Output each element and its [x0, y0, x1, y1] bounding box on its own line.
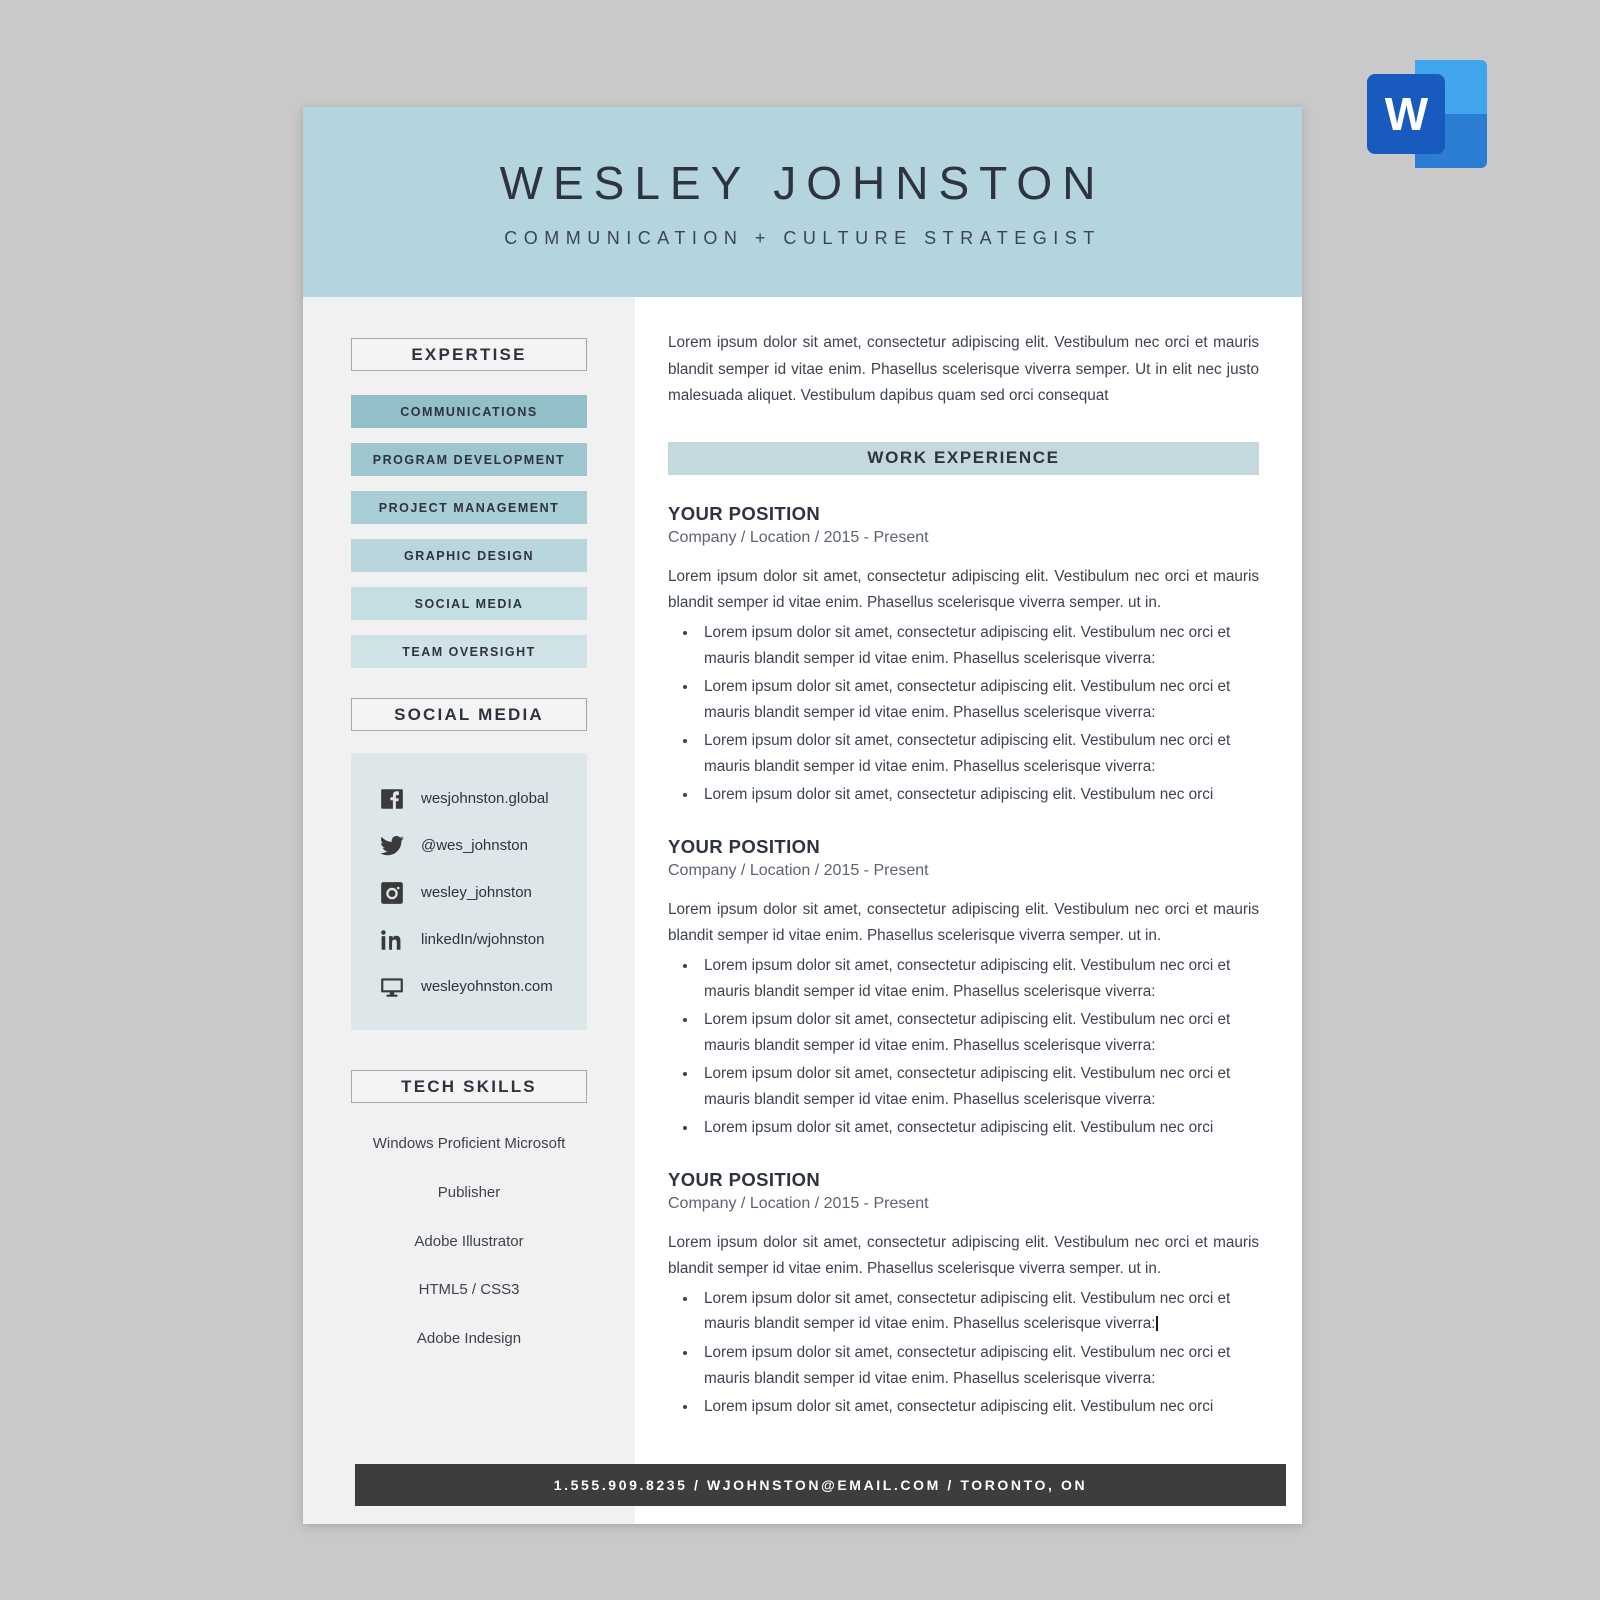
- job-bullet-text: Lorem ipsum dolor sit amet, consectetur …: [704, 624, 1231, 667]
- expertise-bar-label: PROJECT MANAGEMENT: [378, 500, 560, 515]
- work-experience-entry: YOUR POSITION Company / Location / 2015 -…: [668, 836, 1259, 1141]
- job-bullet: Lorem ipsum dolor sit amet, consectetur …: [698, 728, 1259, 779]
- job-bullet: Lorem ipsum dolor sit amet, consectetur …: [698, 1286, 1259, 1337]
- job-meta: Company / Location / 2015 - Present: [668, 1194, 929, 1212]
- tech-skills-list: Windows Proficient Microsoft Publisher Ado…: [303, 1135, 635, 1349]
- twitter-icon: [377, 831, 407, 861]
- job-bullet-text: Lorem ipsum dolor sit amet, consectetur …: [704, 956, 1231, 1000]
- social-media-item-label: @wes_johnston: [421, 837, 528, 854]
- job-meta: Company / Location / 2015 - Present: [668, 861, 929, 879]
- job-bullet: Lorem ipsum dolor sit amet, consectetur …: [698, 1007, 1259, 1058]
- job-bullet-list: Lorem ipsum dolor sit amet, consectetur …: [698, 620, 1259, 808]
- expertise-bar-label: COMMUNICATIONS: [400, 404, 538, 419]
- job-bullet: Lorem ipsum dolor sit amet, consectetur …: [698, 1115, 1259, 1141]
- job-bullet: Lorem ipsum dolor sit amet, consectetur …: [698, 1394, 1259, 1420]
- expertise-bar[interactable]: PROGRAM DEVELOPMENT: [351, 443, 587, 476]
- tech-skill-item: Adobe Illustrator: [414, 1232, 524, 1250]
- section-heading-expertise: EXPERTISE: [351, 338, 587, 371]
- profile-summary: Lorem ipsum dolor sit amet, consectetur …: [668, 330, 1259, 410]
- contact-footer: 1.555.909.8235 / WJOHNSTON@EMAIL.COM / T…: [355, 1464, 1286, 1506]
- expertise-bar[interactable]: PROJECT MANAGEMENT: [351, 491, 587, 524]
- social-media-item-label: linkedIn/wjohnston: [421, 931, 545, 948]
- social-media-item[interactable]: linkedIn/wjohnston: [351, 916, 587, 963]
- tech-skill-item: Windows Proficient Microsoft: [372, 1135, 566, 1152]
- website-icon: [377, 972, 407, 1002]
- resume-header: WESLEY JOHNSTON COMMUNICATION + CULTURE …: [303, 107, 1302, 297]
- facebook-icon: [377, 784, 407, 814]
- text-cursor: [1156, 1316, 1159, 1332]
- job-bullet: Lorem ipsum dolor sit amet, consectetur …: [698, 953, 1259, 1004]
- expertise-bar[interactable]: TEAM OVERSIGHT: [351, 635, 587, 668]
- social-media-item-label: wesley_johnston: [421, 884, 532, 901]
- job-bullet-list: Lorem ipsum dolor sit amet, consectetur …: [698, 1286, 1259, 1420]
- social-media-item[interactable]: wesjohnston.global: [351, 775, 587, 822]
- work-experience-entry: YOUR POSITION Company / Location / 2015 -…: [668, 503, 1259, 808]
- social-media-item-label: wesleyohnston.com: [421, 978, 553, 995]
- tech-skill-item: Publisher: [437, 1183, 501, 1201]
- job-title: YOUR POSITION: [668, 1168, 821, 1190]
- expertise-bar-list: COMMUNICATIONS PROGRAM DEVELOPMENT PROJECT…: [303, 395, 635, 668]
- job-bullet-text: Lorem ipsum dolor sit amet, consectetur …: [704, 1011, 1231, 1054]
- job-bullet-text: Lorem ipsum dolor sit amet, consectetur …: [704, 1289, 1231, 1333]
- section-heading-tech-skills: TECH SKILLS: [351, 1070, 587, 1103]
- profile-summary-text: Lorem ipsum dolor sit amet, consectetur …: [668, 334, 1259, 405]
- job-description: Lorem ipsum dolor sit amet, consectetur …: [668, 900, 1259, 945]
- expertise-bar-label: SOCIAL MEDIA: [414, 596, 524, 611]
- job-title: YOUR POSITION: [668, 502, 821, 524]
- job-meta: Company / Location / 2015 - Present: [668, 528, 929, 546]
- work-experience-entry: YOUR POSITION Company / Location / 2015 -…: [668, 1169, 1259, 1420]
- word-icon-letter: W: [1367, 74, 1445, 154]
- work-experience-list: YOUR POSITION Company / Location / 2015 -…: [668, 503, 1259, 1420]
- page-title: WESLEY JOHNSTON: [499, 156, 1106, 209]
- social-media-item[interactable]: wesley_johnston: [351, 869, 587, 916]
- tech-skill-item: Adobe Indesign: [416, 1330, 522, 1347]
- tech-skill-item: HTML5 / CSS3: [418, 1281, 520, 1299]
- job-bullet-text: Lorem ipsum dolor sit amet, consectetur …: [704, 678, 1231, 721]
- job-bullet: Lorem ipsum dolor sit amet, consectetur …: [698, 620, 1259, 671]
- job-title: YOUR POSITION: [668, 835, 821, 857]
- job-bullet-text: Lorem ipsum dolor sit amet, consectetur …: [704, 1398, 1214, 1416]
- job-bullet-text: Lorem ipsum dolor sit amet, consectetur …: [704, 1343, 1231, 1387]
- job-bullet: Lorem ipsum dolor sit amet, consectetur …: [698, 782, 1259, 808]
- social-media-item-label: wesjohnston.global: [421, 790, 549, 807]
- section-heading-social-media: SOCIAL MEDIA: [351, 698, 587, 731]
- job-bullet-text: Lorem ipsum dolor sit amet, consectetur …: [704, 732, 1231, 775]
- social-media-item[interactable]: wesleyohnston.com: [351, 963, 587, 1010]
- job-bullet-list: Lorem ipsum dolor sit amet, consectetur …: [698, 953, 1259, 1141]
- social-media-item[interactable]: @wes_johnston: [351, 822, 587, 869]
- instagram-icon: [377, 878, 407, 908]
- linkedin-icon: [377, 925, 407, 955]
- job-bullet-text: Lorem ipsum dolor sit amet, consectetur …: [704, 1119, 1214, 1137]
- job-bullet: Lorem ipsum dolor sit amet, consectetur …: [698, 674, 1259, 725]
- expertise-bar[interactable]: COMMUNICATIONS: [351, 395, 587, 428]
- job-bullet-text: Lorem ipsum dolor sit amet, consectetur …: [704, 786, 1214, 804]
- job-bullet: Lorem ipsum dolor sit amet, consectetur …: [698, 1340, 1259, 1391]
- page-subtitle: COMMUNICATION + CULTURE STRATEGIST: [504, 227, 1101, 248]
- expertise-bar-label: PROGRAM DEVELOPMENT: [372, 452, 566, 467]
- expertise-bar[interactable]: SOCIAL MEDIA: [351, 587, 587, 620]
- section-heading-work-experience: WORK EXPERIENCE: [668, 441, 1259, 475]
- main-content: Lorem ipsum dolor sit amet, consectetur …: [635, 297, 1302, 1524]
- word-app-icon: W: [1367, 60, 1487, 168]
- sidebar: EXPERTISE COMMUNICATIONS PROGRAM DEVELOPM…: [303, 297, 635, 1524]
- job-bullet-text: Lorem ipsum dolor sit amet, consectetur …: [704, 1065, 1231, 1108]
- social-media-list: wesjohnston.global @wes_johnston wesley_jo…: [351, 753, 587, 1030]
- expertise-bar[interactable]: GRAPHIC DESIGN: [351, 539, 587, 572]
- job-description: Lorem ipsum dolor sit amet, consectetur …: [668, 1233, 1259, 1278]
- expertise-bar-label: GRAPHIC DESIGN: [403, 548, 535, 563]
- resume-page: WESLEY JOHNSTON COMMUNICATION + CULTURE …: [303, 107, 1302, 1524]
- job-bullet: Lorem ipsum dolor sit amet, consectetur …: [698, 1061, 1259, 1112]
- expertise-bar-label: TEAM OVERSIGHT: [402, 644, 536, 659]
- job-description: Lorem ipsum dolor sit amet, consectetur …: [668, 567, 1259, 612]
